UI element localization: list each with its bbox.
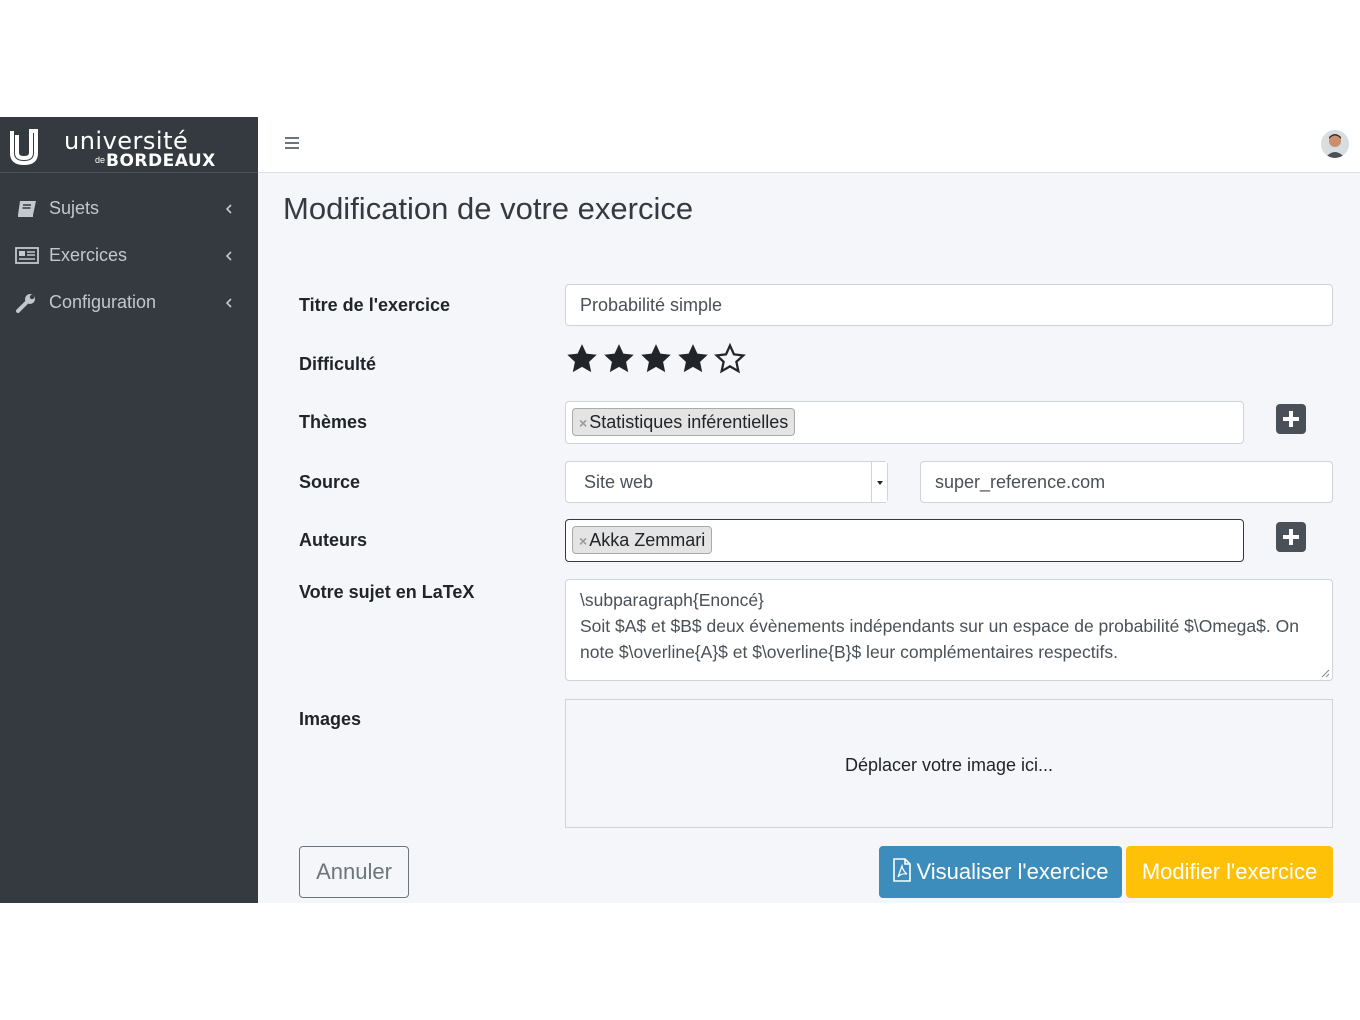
star-filled-icon[interactable]	[602, 342, 636, 376]
authors-multiselect[interactable]: × Akka Zemmari	[565, 519, 1244, 562]
brand-prefix: de	[95, 155, 106, 165]
themes-multiselect[interactable]: × Statistiques inférentielles	[565, 401, 1244, 444]
source-reference-input[interactable]: super_reference.com	[920, 461, 1333, 503]
source-label: Source	[299, 472, 361, 492]
images-label: Images	[299, 709, 362, 729]
sidebar-item-label: Exercices	[49, 245, 128, 265]
preview-button-label: Visualiser l'exercice	[916, 859, 1109, 884]
cancel-button[interactable]: Annuler	[299, 846, 409, 898]
latex-line: \subparagraph{Enoncé}	[580, 590, 764, 610]
sidebar-item-configuration[interactable]: Configuration	[0, 281, 258, 325]
user-avatar[interactable]	[1321, 130, 1349, 158]
preview-button[interactable]: Visualiser l'exercice	[879, 846, 1122, 898]
book-icon	[18, 201, 36, 217]
author-tag-label: Akka Zemmari	[589, 530, 706, 550]
newspaper-icon	[15, 247, 39, 264]
tag-remove-icon[interactable]: ×	[579, 533, 587, 549]
top-navbar	[258, 117, 1360, 173]
pdf-file-icon	[893, 858, 912, 882]
title-label: Titre de l'exercice	[299, 295, 451, 315]
latex-label: Votre sujet en LaTeX	[299, 582, 475, 602]
theme-tag-label: Statistiques inférentielles	[589, 412, 789, 432]
add-author-button[interactable]	[1276, 522, 1306, 552]
source-reference-value: super_reference.com	[935, 472, 1106, 492]
star-filled-icon[interactable]	[565, 342, 599, 376]
sidebar-item-label: Configuration	[49, 292, 157, 312]
caret-down-icon	[877, 481, 883, 485]
university-logo-icon	[10, 129, 38, 166]
wrench-icon	[16, 294, 35, 313]
page-title: Modification de votre exercice	[283, 191, 694, 226]
difficulty-label: Difficulté	[299, 354, 377, 374]
select-arrow[interactable]	[871, 462, 887, 502]
image-dropzone[interactable]: Déplacer votre image ici...	[565, 699, 1333, 828]
themes-label: Thèmes	[299, 412, 368, 432]
latex-textarea[interactable]: \subparagraph{Enoncé} Soit $A$ et $B$ de…	[565, 579, 1333, 681]
author-tag: × Akka Zemmari	[572, 526, 713, 554]
add-theme-button[interactable]	[1276, 404, 1306, 434]
title-input[interactable]: Probabilité simple	[565, 284, 1333, 326]
latex-line: Soit $A$ et $B$ deux évènements indépend…	[580, 616, 1299, 636]
authors-label: Auteurs	[299, 530, 368, 550]
chevron-left-icon	[225, 204, 232, 214]
sidebar-item-exercices[interactable]: Exercices	[0, 234, 258, 278]
chevron-left-icon	[225, 298, 232, 308]
title-input-value: Probabilité simple	[580, 295, 723, 315]
sidebar-item-label: Sujets	[49, 198, 100, 218]
chevron-left-icon	[225, 251, 232, 261]
brand-city: BORDEAUX	[106, 151, 216, 171]
user-photo-icon	[1321, 130, 1349, 158]
source-type-select[interactable]: Site web	[565, 461, 888, 503]
brand-logo[interactable]: université de BORDEAUX	[0, 117, 258, 173]
tag-remove-icon[interactable]: ×	[579, 415, 587, 431]
sidebar: université de BORDEAUX Sujets Exercices	[0, 117, 258, 903]
resize-grip-icon[interactable]	[1320, 668, 1330, 678]
source-type-value: Site web	[584, 472, 654, 492]
theme-tag: × Statistiques inférentielles	[572, 408, 796, 436]
dropzone-text: Déplacer votre image ici...	[844, 755, 1054, 775]
star-filled-icon[interactable]	[639, 342, 673, 376]
star-empty-icon[interactable]	[713, 342, 747, 376]
star-filled-icon[interactable]	[676, 342, 710, 376]
sidebar-item-sujets[interactable]: Sujets	[0, 187, 258, 231]
latex-line: note $\overline{A}$ et $\overline{B}$ le…	[580, 642, 1118, 662]
app-window: université de BORDEAUX Sujets Exercices	[0, 117, 1360, 903]
submit-button[interactable]: Modifier l'exercice	[1126, 846, 1333, 898]
hamburger-menu-icon[interactable]	[283, 135, 301, 151]
